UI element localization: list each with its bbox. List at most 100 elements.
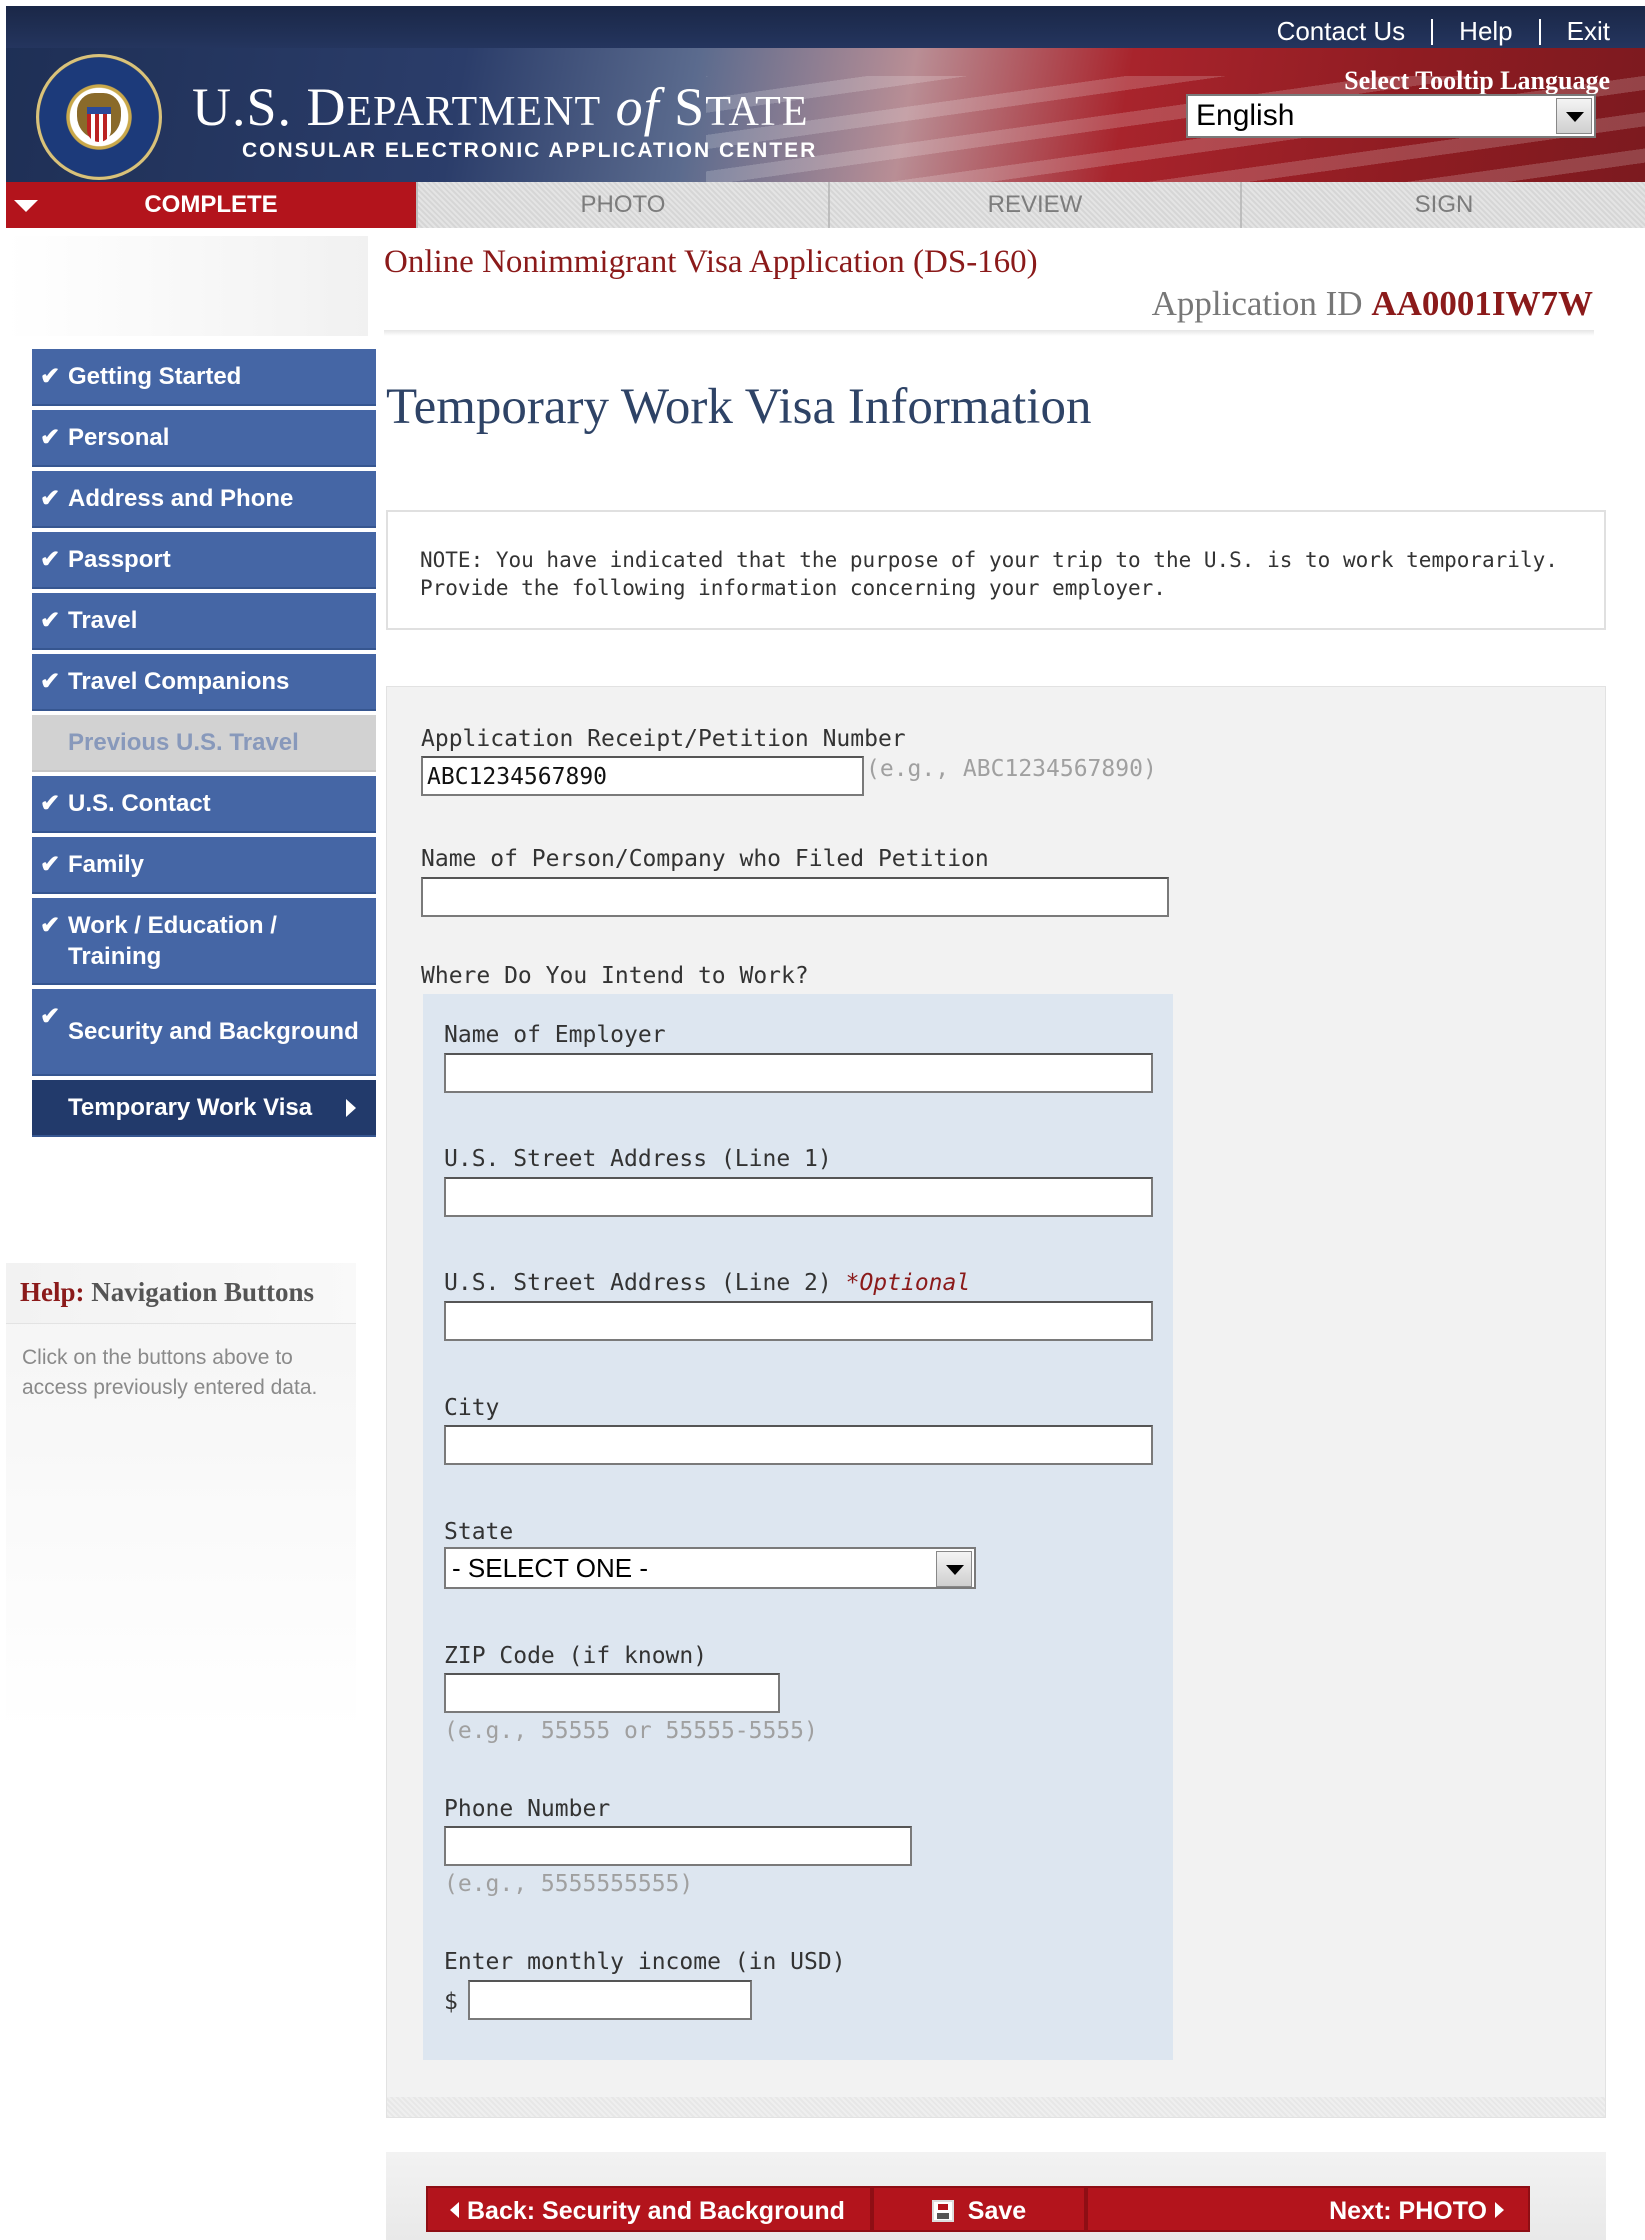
tab-label: REVIEW (987, 191, 1083, 218)
sidebar-nav: ✔ Getting Started ✔ Personal ✔ Address a… (32, 349, 376, 1141)
application-id: Application ID AA0001IW7W (1152, 284, 1593, 324)
tab-label: SIGN (1414, 191, 1474, 218)
tab-label: COMPLETE (144, 191, 278, 218)
brand-title-part: EPARTMENT (346, 89, 602, 135)
phone-number-input[interactable] (444, 1826, 912, 1866)
progress-tabs: COMPLETE PHOTO REVIEW SIGN (6, 182, 1645, 228)
petitioner-name-input[interactable] (421, 877, 1169, 917)
arrow-left-icon (450, 2202, 459, 2218)
sidebar-item-us-contact[interactable]: ✔ U.S. Contact (32, 776, 376, 833)
sidebar-item-family[interactable]: ✔ Family (32, 837, 376, 894)
optional-marker: *Optional (845, 1270, 971, 1296)
street-line1-input[interactable] (444, 1177, 1153, 1217)
checkmark-icon: ✔ (40, 912, 61, 939)
sidebar-item-label: Getting Started (68, 362, 242, 390)
back-button-label: Back: Security and Background (467, 2197, 845, 2225)
next-button-label: Next: PHOTO (1329, 2197, 1487, 2225)
next-button[interactable]: Next: PHOTO (1086, 2186, 1530, 2232)
exit-link[interactable]: Exit (1567, 16, 1610, 47)
note-box: NOTE: You have indicated that the purpos… (386, 510, 1606, 630)
currency-symbol: $ (444, 1989, 458, 2015)
receipt-number-input[interactable]: ABC1234567890 (421, 756, 864, 796)
checkmark-icon: ✔ (40, 363, 61, 390)
application-title: Online Nonimmigrant Visa Application (DS… (384, 244, 1038, 280)
sidebar-item-work-education-training[interactable]: ✔ Work / Education / Training (32, 898, 376, 985)
sidebar-item-label: Travel (68, 606, 138, 634)
employer-name-input[interactable] (444, 1053, 1153, 1093)
chevron-down-icon[interactable] (1556, 98, 1592, 134)
application-id-label: Application ID (1151, 284, 1363, 323)
sidebar-item-label: U.S. Contact (68, 789, 211, 817)
tab-sign[interactable]: SIGN (1242, 182, 1645, 228)
help-text: Click on the buttons above to access pre… (22, 1346, 318, 1399)
tooltip-language-label: Select Tooltip Language (1344, 66, 1610, 95)
sidebar-item-travel[interactable]: ✔ Travel (32, 593, 376, 650)
monthly-income-input[interactable] (468, 1980, 752, 2020)
checkmark-icon: ✔ (40, 607, 61, 634)
zip-code-hint: (e.g., 55555 or 55555-5555) (444, 1718, 818, 1744)
caret-right-icon (346, 1098, 356, 1117)
sidebar-item-label: Personal (68, 423, 170, 451)
chevron-down-icon[interactable] (936, 1551, 972, 1587)
brand-title-part: of (615, 77, 660, 137)
arrow-right-icon (1495, 2202, 1504, 2218)
street-line2-label: U.S. Street Address (Line 2) *Optional (444, 1270, 970, 1296)
city-input[interactable] (444, 1425, 1153, 1465)
brand-title: U.S. DEPARTMENT of STATE (192, 76, 809, 138)
receipt-number-label: Application Receipt/Petition Number (421, 726, 906, 752)
sidebar-item-previous-us-travel: Previous U.S. Travel (32, 715, 376, 772)
sidebar-item-security-and-background[interactable]: ✔ Security and Background (32, 989, 376, 1076)
sidebar-item-label: Passport (68, 545, 171, 573)
help-title-text: Navigation Buttons (91, 1277, 315, 1307)
floppy-disk-icon (931, 2200, 954, 2222)
tab-review[interactable]: REVIEW (830, 182, 1242, 228)
tooltip-language-select[interactable]: English (1186, 94, 1596, 138)
brand-title-part: S (674, 77, 706, 137)
tab-complete[interactable]: COMPLETE (6, 182, 418, 228)
sidebar-item-getting-started[interactable]: ✔ Getting Started (32, 349, 376, 406)
checkmark-icon: ✔ (40, 790, 61, 817)
sidebar-item-passport[interactable]: ✔ Passport (32, 532, 376, 589)
help-panel: Help: Navigation Buttons Click on the bu… (6, 1263, 356, 1733)
note-line: NOTE: You have indicated that the purpos… (420, 548, 1558, 572)
sidebar-item-personal[interactable]: ✔ Personal (32, 410, 376, 467)
street-line1-label: U.S. Street Address (Line 1) (444, 1146, 832, 1172)
sidebar-top-shade (6, 236, 368, 336)
sidebar-item-label: Travel Companions (68, 667, 290, 695)
checkmark-icon: ✔ (40, 485, 61, 512)
sidebar-item-temporary-work-visa[interactable]: Temporary Work Visa (32, 1080, 376, 1137)
save-button[interactable]: Save (872, 2186, 1086, 2232)
sidebar-item-label: Temporary Work Visa (68, 1093, 313, 1121)
city-label: City (444, 1395, 500, 1421)
link-separator (1431, 18, 1434, 45)
sidebar-item-label: Family (68, 850, 145, 878)
sidebar-item-label: Address and Phone (68, 484, 294, 512)
back-button[interactable]: Back: Security and Background (426, 2186, 872, 2232)
language-value: English (1196, 99, 1295, 132)
checkmark-icon: ✔ (40, 424, 61, 451)
brand-title-part: U.S. D (192, 77, 347, 137)
sidebar-item-label: Work / Education / Training (68, 911, 277, 970)
tab-photo[interactable]: PHOTO (418, 182, 830, 228)
brand-subtitle: CONSULAR ELECTRONIC APPLICATION CENTER (242, 139, 818, 162)
checkmark-icon: ✔ (40, 1003, 61, 1030)
state-select-value: - SELECT ONE - (452, 1553, 649, 1583)
checkmark-icon: ✔ (40, 546, 61, 573)
link-separator (1538, 18, 1541, 45)
zip-code-input[interactable] (444, 1673, 780, 1713)
sidebar-item-label: Security and Background (68, 1018, 359, 1045)
employer-name-label: Name of Employer (444, 1022, 666, 1048)
sidebar-item-travel-companions[interactable]: ✔ Travel Companions (32, 654, 376, 711)
receipt-number-hint: (e.g., ABC1234567890) (866, 756, 1157, 782)
sidebar-item-address-and-phone[interactable]: ✔ Address and Phone (32, 471, 376, 528)
shield-emblem-icon (87, 107, 111, 142)
header-links: Contact Us Help Exit (1277, 16, 1610, 47)
help-title: Help: Navigation Buttons (20, 1277, 314, 1308)
contact-us-link[interactable]: Contact Us (1277, 16, 1406, 47)
help-title-prefix: Help: (20, 1277, 85, 1307)
monthly-income-label: Enter monthly income (in USD) (444, 1949, 846, 1975)
help-link[interactable]: Help (1459, 16, 1512, 47)
brand-title-part: TATE (705, 89, 809, 135)
street-line2-input[interactable] (444, 1301, 1153, 1341)
state-select[interactable]: - SELECT ONE - (444, 1547, 976, 1589)
